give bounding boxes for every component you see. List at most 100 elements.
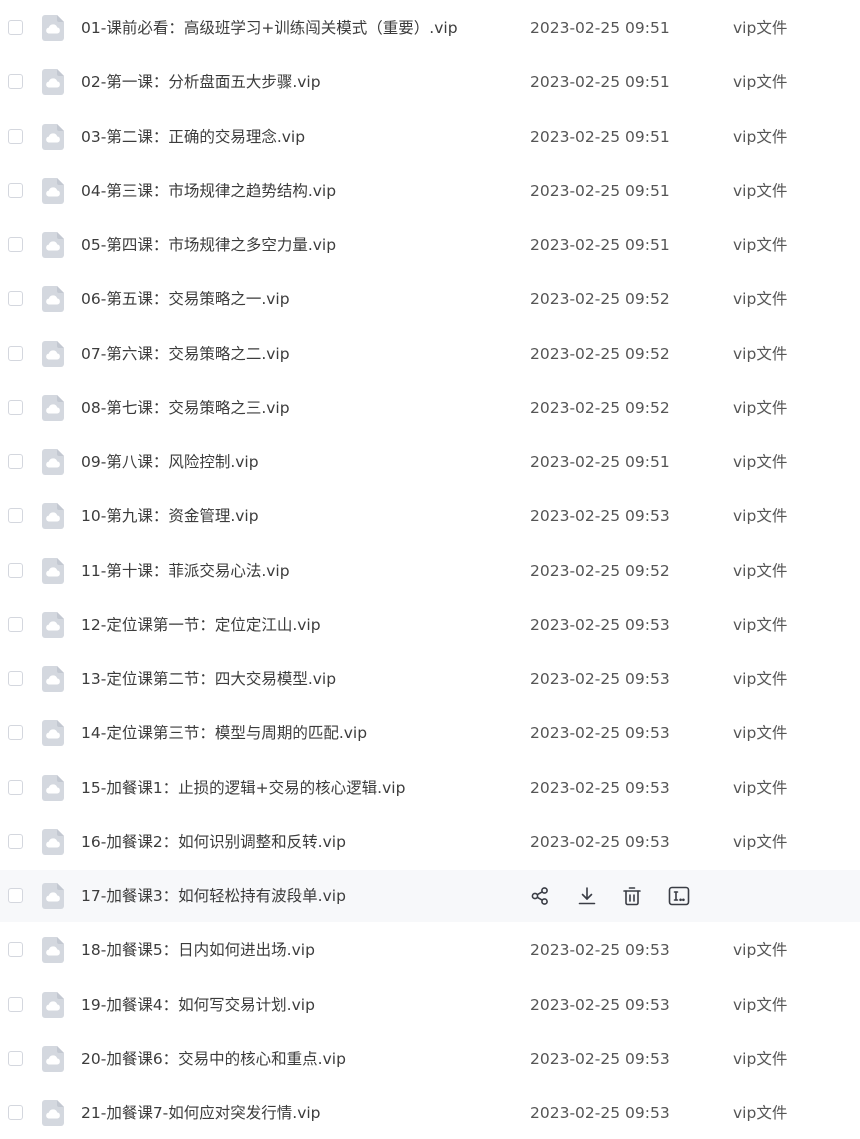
file-cloud-icon [42, 177, 64, 204]
file-date: 2023-02-25 09:52 [530, 290, 670, 309]
file-row[interactable]: 05-第四课：市场规律之多空力量.vip 2023-02-25 09:51 vip文… [0, 219, 860, 271]
row-checkbox[interactable] [8, 399, 23, 415]
row-checkbox[interactable] [8, 1050, 23, 1066]
file-name[interactable]: 13-定位课第二节：四大交易模型.vip [81, 653, 511, 705]
file-row[interactable]: 02-第一课：分析盘面五大步骤.vip 2023-02-25 09:51 vip文件 [0, 56, 860, 108]
file-cloud-icon [42, 394, 64, 421]
file-cloud-icon [42, 611, 64, 638]
file-name[interactable]: 12-定位课第一节：定位定江山.vip [81, 599, 511, 651]
file-cloud-icon [42, 774, 64, 801]
row-checkbox[interactable] [8, 20, 23, 35]
file-row[interactable]: 21-加餐课7-如何应对突发行情.vip 2023-02-25 09:53 vip文… [0, 1087, 860, 1139]
file-row[interactable]: 13-定位课第二节：四大交易模型.vip 2023-02-25 09:53 vip文… [0, 653, 860, 705]
file-cloud-icon [42, 883, 64, 909]
file-type: vip文件 [733, 181, 788, 200]
row-checkbox[interactable] [8, 779, 23, 795]
row-checkbox[interactable] [8, 671, 23, 686]
file-row[interactable]: 03-第二课：正确的交易理念.vip 2023-02-25 09:51 vip文件 [0, 111, 860, 163]
file-date: 2023-02-25 09:51 [530, 236, 670, 254]
file-row[interactable]: 09-第八课：风险控制.vip 2023-02-25 09:51 vip文件 [0, 436, 860, 488]
download-icon [575, 884, 599, 908]
file-row[interactable]: 10-第九课：资金管理.vip 2023-02-25 09:53 vip文件 [0, 490, 860, 542]
file-cloud-icon [42, 937, 64, 964]
file-type: vip文件 [733, 778, 788, 797]
file-name[interactable]: 11-第十课：菲派交易心法.vip [81, 545, 511, 597]
file-name[interactable]: 06-第五课：交易策略之一.vip [81, 273, 511, 325]
file-name[interactable]: 18-加餐课5：日内如何进出场.vip [81, 924, 511, 976]
file-row[interactable]: 06-第五课：交易策略之一.vip 2023-02-25 09:52 vip文件 [0, 273, 860, 325]
file-row[interactable]: 19-加餐课4：如何写交易计划.vip 2023-02-25 09:53 vip文件 [0, 979, 860, 1031]
file-type: vip文件 [733, 19, 788, 37]
file-row[interactable]: 16-加餐课2：如何识别调整和反转.vip 2023-02-25 09:53 vip… [0, 816, 860, 868]
file-type: vip文件 [733, 561, 788, 580]
file-name[interactable]: 09-第八课：风险控制.vip [81, 436, 511, 488]
file-name[interactable]: 17-加餐课3：如何轻松持有波段单.vip [81, 870, 511, 922]
file-row[interactable]: 04-第三课：市场规律之趋势结构.vip 2023-02-25 09:51 vip文… [0, 165, 860, 217]
delete-button[interactable] [620, 884, 644, 908]
file-cloud-icon [42, 720, 64, 747]
row-checkbox[interactable] [8, 996, 23, 1012]
file-type: vip文件 [733, 507, 788, 526]
row-checkbox[interactable] [8, 616, 23, 632]
file-date: 2023-02-25 09:52 [530, 561, 670, 580]
row-checkbox[interactable] [8, 128, 23, 144]
row-checkbox[interactable] [8, 291, 23, 307]
row-checkbox[interactable] [8, 942, 23, 958]
file-row[interactable]: 15-加餐课1：止损的逻辑+交易的核心逻辑.vip 2023-02-25 09:5… [0, 762, 860, 814]
file-date: 2023-02-25 09:53 [530, 615, 670, 634]
file-row[interactable]: 11-第十课：菲派交易心法.vip 2023-02-25 09:52 vip文件 [0, 545, 860, 597]
file-name[interactable]: 21-加餐课7-如何应对突发行情.vip [81, 1087, 511, 1139]
file-name[interactable]: 01-课前必看：高级班学习+训练闯关模式（重要）.vip [81, 2, 511, 54]
file-date: 2023-02-25 09:51 [530, 181, 670, 200]
download-button[interactable] [575, 884, 599, 908]
file-date: 2023-02-25 09:51 [530, 73, 670, 92]
share-button[interactable] [528, 884, 552, 908]
delete-icon [620, 884, 644, 908]
row-checkbox[interactable] [8, 888, 23, 903]
file-name[interactable]: 10-第九课：资金管理.vip [81, 490, 511, 542]
file-name[interactable]: 15-加餐课1：止损的逻辑+交易的核心逻辑.vip [81, 762, 511, 814]
rename-button[interactable] [667, 884, 691, 908]
file-type: vip文件 [733, 398, 788, 417]
file-name[interactable]: 16-加餐课2：如何识别调整和反转.vip [81, 816, 511, 868]
file-list: 01-课前必看：高级班学习+训练闯关模式（重要）.vip 2023-02-25 0… [0, 0, 860, 1138]
file-type: vip文件 [733, 1049, 788, 1068]
file-date: 2023-02-25 09:53 [530, 670, 670, 688]
file-row[interactable]: 20-加餐课6：交易中的核心和重点.vip 2023-02-25 09:53 vip… [0, 1033, 860, 1085]
file-name[interactable]: 04-第三课：市场规律之趋势结构.vip [81, 165, 511, 217]
row-checkbox[interactable] [8, 237, 23, 252]
file-cloud-icon [42, 557, 64, 584]
file-name[interactable]: 02-第一课：分析盘面五大步骤.vip [81, 56, 511, 108]
file-cloud-icon [42, 503, 64, 530]
row-checkbox[interactable] [8, 508, 23, 524]
row-checkbox[interactable] [8, 725, 23, 741]
row-checkbox[interactable] [8, 833, 23, 849]
file-row[interactable]: 01-课前必看：高级班学习+训练闯关模式（重要）.vip 2023-02-25 0… [0, 2, 860, 54]
file-type: vip文件 [733, 670, 788, 688]
file-name[interactable]: 05-第四课：市场规律之多空力量.vip [81, 219, 511, 271]
file-row[interactable]: 12-定位课第一节：定位定江山.vip 2023-02-25 09:53 vip文件 [0, 599, 860, 651]
rename-icon [667, 884, 691, 908]
file-row[interactable]: 18-加餐课5：日内如何进出场.vip 2023-02-25 09:53 vip文件 [0, 924, 860, 976]
file-cloud-icon [42, 286, 64, 313]
file-name[interactable]: 07-第六课：交易策略之二.vip [81, 328, 511, 380]
file-name[interactable]: 20-加餐课6：交易中的核心和重点.vip [81, 1033, 511, 1085]
file-name[interactable]: 14-定位课第三节：模型与周期的匹配.vip [81, 707, 511, 759]
row-checkbox[interactable] [8, 345, 23, 361]
row-checkbox[interactable] [8, 1105, 23, 1120]
file-row[interactable]: 08-第七课：交易策略之三.vip 2023-02-25 09:52 vip文件 [0, 382, 860, 434]
row-checkbox[interactable] [8, 454, 23, 469]
file-cloud-icon [42, 69, 64, 96]
file-date: 2023-02-25 09:53 [530, 507, 670, 526]
file-name[interactable]: 19-加餐课4：如何写交易计划.vip [81, 979, 511, 1031]
file-name[interactable]: 03-第二课：正确的交易理念.vip [81, 111, 511, 163]
row-checkbox[interactable] [8, 562, 23, 578]
file-row[interactable]: 17-加餐课3：如何轻松持有波段单.vip [0, 870, 860, 922]
file-name[interactable]: 08-第七课：交易策略之三.vip [81, 382, 511, 434]
row-checkbox[interactable] [8, 74, 23, 90]
row-checkbox[interactable] [8, 182, 23, 198]
file-type: vip文件 [733, 73, 788, 92]
file-cloud-icon [42, 449, 64, 475]
file-row[interactable]: 07-第六课：交易策略之二.vip 2023-02-25 09:52 vip文件 [0, 328, 860, 380]
file-row[interactable]: 14-定位课第三节：模型与周期的匹配.vip 2023-02-25 09:53 vi… [0, 707, 860, 759]
